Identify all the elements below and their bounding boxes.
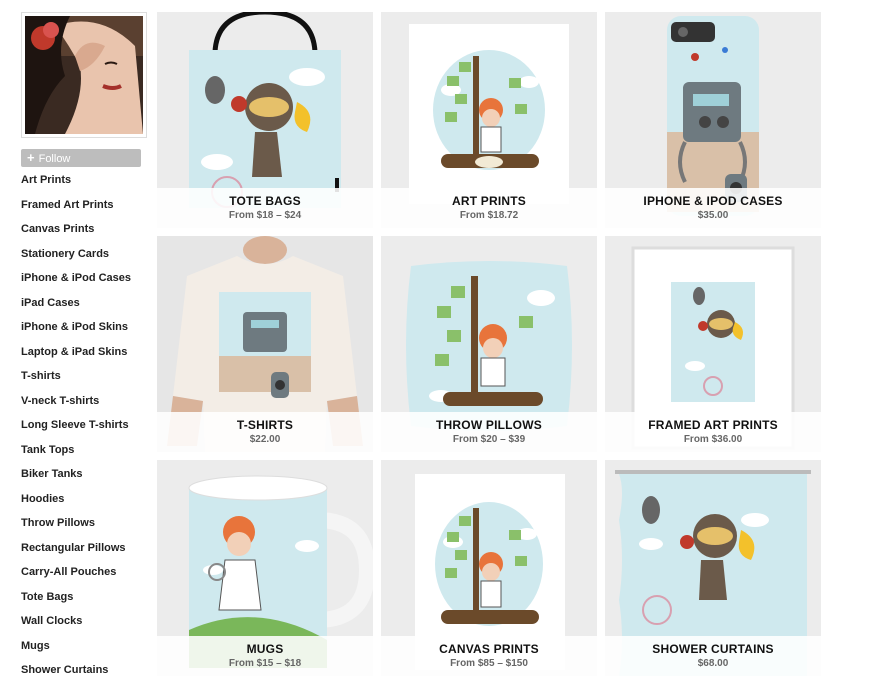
product-caption: MUGS From $15 – $18 <box>157 636 373 676</box>
product-price: From $15 – $18 <box>228 658 302 669</box>
product-caption: ART PRINTS From $18.72 <box>381 188 597 228</box>
product-name: CANVAS PRINTS <box>439 642 539 656</box>
product-card-iphone-ipod-cases[interactable]: IPHONE & IPOD CASES $35.00 <box>605 12 821 228</box>
product-name: FRAMED ART PRINTS <box>648 418 778 432</box>
product-price: From $18.72 <box>459 210 519 221</box>
category-link-long-sleeve-t-shirts[interactable]: Long Sleeve T-shirts <box>21 417 131 442</box>
product-card-mugs[interactable]: MUGS From $15 – $18 <box>157 460 373 676</box>
product-name: MUGS <box>246 642 284 656</box>
category-link-carry-all-pouches[interactable]: Carry-All Pouches <box>21 564 131 589</box>
product-name: TOTE BAGS <box>229 194 301 208</box>
product-name: SHOWER CURTAINS <box>652 642 774 656</box>
category-link-ipad-cases[interactable]: iPad Cases <box>21 295 131 320</box>
product-price: From $36.00 <box>683 434 743 445</box>
product-card-framed-art-prints[interactable]: FRAMED ART PRINTS From $36.00 <box>605 236 821 452</box>
plus-icon: + <box>27 150 35 165</box>
category-link-hoodies[interactable]: Hoodies <box>21 491 131 516</box>
category-link-iphone-ipod-cases[interactable]: iPhone & iPod Cases <box>21 270 131 295</box>
category-link-v-neck-t-shirts[interactable]: V-neck T-shirts <box>21 393 131 418</box>
product-caption: THROW PILLOWS From $20 – $39 <box>381 412 597 452</box>
product-card-canvas-prints[interactable]: CANVAS PRINTS From $85 – $150 <box>381 460 597 676</box>
category-link-stationery-cards[interactable]: Stationery Cards <box>21 246 131 271</box>
product-grid: TOTE BAGS From $18 – $24 ART PRINTS From <box>157 12 821 676</box>
product-price: From $20 – $39 <box>452 434 526 445</box>
product-caption: TOTE BAGS From $18 – $24 <box>157 188 373 228</box>
product-card-shower-curtains[interactable]: SHOWER CURTAINS $68.00 <box>605 460 821 676</box>
artist-avatar-photo <box>25 16 143 134</box>
product-caption: CANVAS PRINTS From $85 – $150 <box>381 636 597 676</box>
product-card-tote-bags[interactable]: TOTE BAGS From $18 – $24 <box>157 12 373 228</box>
product-price: $22.00 <box>249 434 281 445</box>
product-card-throw-pillows[interactable]: THROW PILLOWS From $20 – $39 <box>381 236 597 452</box>
category-link-art-prints[interactable]: Art Prints <box>21 172 131 197</box>
product-name: ART PRINTS <box>452 194 526 208</box>
product-price: $68.00 <box>697 658 729 669</box>
product-price: From $85 – $150 <box>450 658 528 669</box>
follow-label: Follow <box>38 153 71 165</box>
category-link-mugs[interactable]: Mugs <box>21 638 131 663</box>
product-card-t-shirts[interactable]: T-SHIRTS $22.00 <box>157 236 373 452</box>
category-link-tank-tops[interactable]: Tank Tops <box>21 442 131 467</box>
category-list: Art Prints Framed Art Prints Canvas Prin… <box>21 172 131 687</box>
artist-avatar[interactable] <box>21 12 147 138</box>
product-caption: FRAMED ART PRINTS From $36.00 <box>605 412 821 452</box>
product-price: $35.00 <box>697 210 729 221</box>
product-price: From $18 – $24 <box>228 210 302 221</box>
product-caption: IPHONE & IPOD CASES $35.00 <box>605 188 821 228</box>
category-link-laptop-ipad-skins[interactable]: Laptop & iPad Skins <box>21 344 131 369</box>
category-link-shower-curtains[interactable]: Shower Curtains <box>21 662 131 687</box>
product-caption: SHOWER CURTAINS $68.00 <box>605 636 821 676</box>
category-link-wall-clocks[interactable]: Wall Clocks <box>21 613 131 638</box>
product-name: T-SHIRTS <box>236 418 294 432</box>
product-caption: T-SHIRTS $22.00 <box>157 412 373 452</box>
category-link-t-shirts[interactable]: T-shirts <box>21 368 131 393</box>
category-link-biker-tanks[interactable]: Biker Tanks <box>21 466 131 491</box>
category-link-canvas-prints[interactable]: Canvas Prints <box>21 221 131 246</box>
category-link-framed-art-prints[interactable]: Framed Art Prints <box>21 197 131 222</box>
category-link-rectangular-pillows[interactable]: Rectangular Pillows <box>21 540 131 565</box>
category-link-tote-bags[interactable]: Tote Bags <box>21 589 131 614</box>
product-name: THROW PILLOWS <box>436 418 542 432</box>
product-name: IPHONE & IPOD CASES <box>643 194 783 208</box>
category-link-iphone-ipod-skins[interactable]: iPhone & iPod Skins <box>21 319 131 344</box>
product-card-art-prints[interactable]: ART PRINTS From $18.72 <box>381 12 597 228</box>
follow-button[interactable]: + Follow <box>21 149 141 167</box>
category-link-throw-pillows[interactable]: Throw Pillows <box>21 515 131 540</box>
